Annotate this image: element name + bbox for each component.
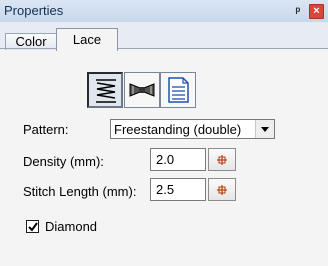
properties-panel: Properties ᵖ × Color Lace Pattern: Frees…: [0, 0, 328, 266]
zigzag-stitch-button[interactable]: [87, 72, 123, 108]
chevron-down-icon[interactable]: [255, 120, 274, 138]
spin-arrows-icon: [217, 185, 227, 195]
bowtie-lace-icon: [129, 83, 155, 97]
pin-icon[interactable]: ᵖ: [292, 4, 304, 18]
bowtie-lace-button[interactable]: [124, 72, 160, 108]
density-label: Density (mm):: [23, 154, 104, 169]
stitch-length-label: Stitch Length (mm):: [23, 184, 137, 199]
stitch-length-input[interactable]: 2.5: [150, 178, 206, 201]
document-lines-icon: [168, 77, 189, 103]
density-spin-button[interactable]: [208, 148, 236, 171]
panel-title: Properties: [4, 3, 64, 18]
stitch-length-spin-button[interactable]: [208, 178, 236, 201]
pattern-label: Pattern:: [23, 122, 69, 137]
close-icon[interactable]: ×: [309, 4, 324, 19]
document-lines-button[interactable]: [160, 72, 196, 108]
diamond-checkbox[interactable]: [26, 220, 39, 233]
pattern-select[interactable]: Freestanding (double): [110, 119, 275, 139]
zigzag-stitch-icon: [96, 79, 116, 103]
title-bar[interactable]: Properties ᵖ ×: [0, 0, 328, 23]
checkmark-icon: [28, 222, 38, 232]
density-input[interactable]: 2.0: [150, 148, 206, 171]
diamond-label[interactable]: Diamond: [45, 219, 97, 234]
tab-strip: Color Lace: [0, 22, 328, 51]
tab-divider: [0, 48, 328, 49]
pattern-value: Freestanding (double): [114, 122, 242, 137]
tab-lace[interactable]: Lace: [56, 28, 118, 51]
spin-arrows-icon: [217, 155, 227, 165]
